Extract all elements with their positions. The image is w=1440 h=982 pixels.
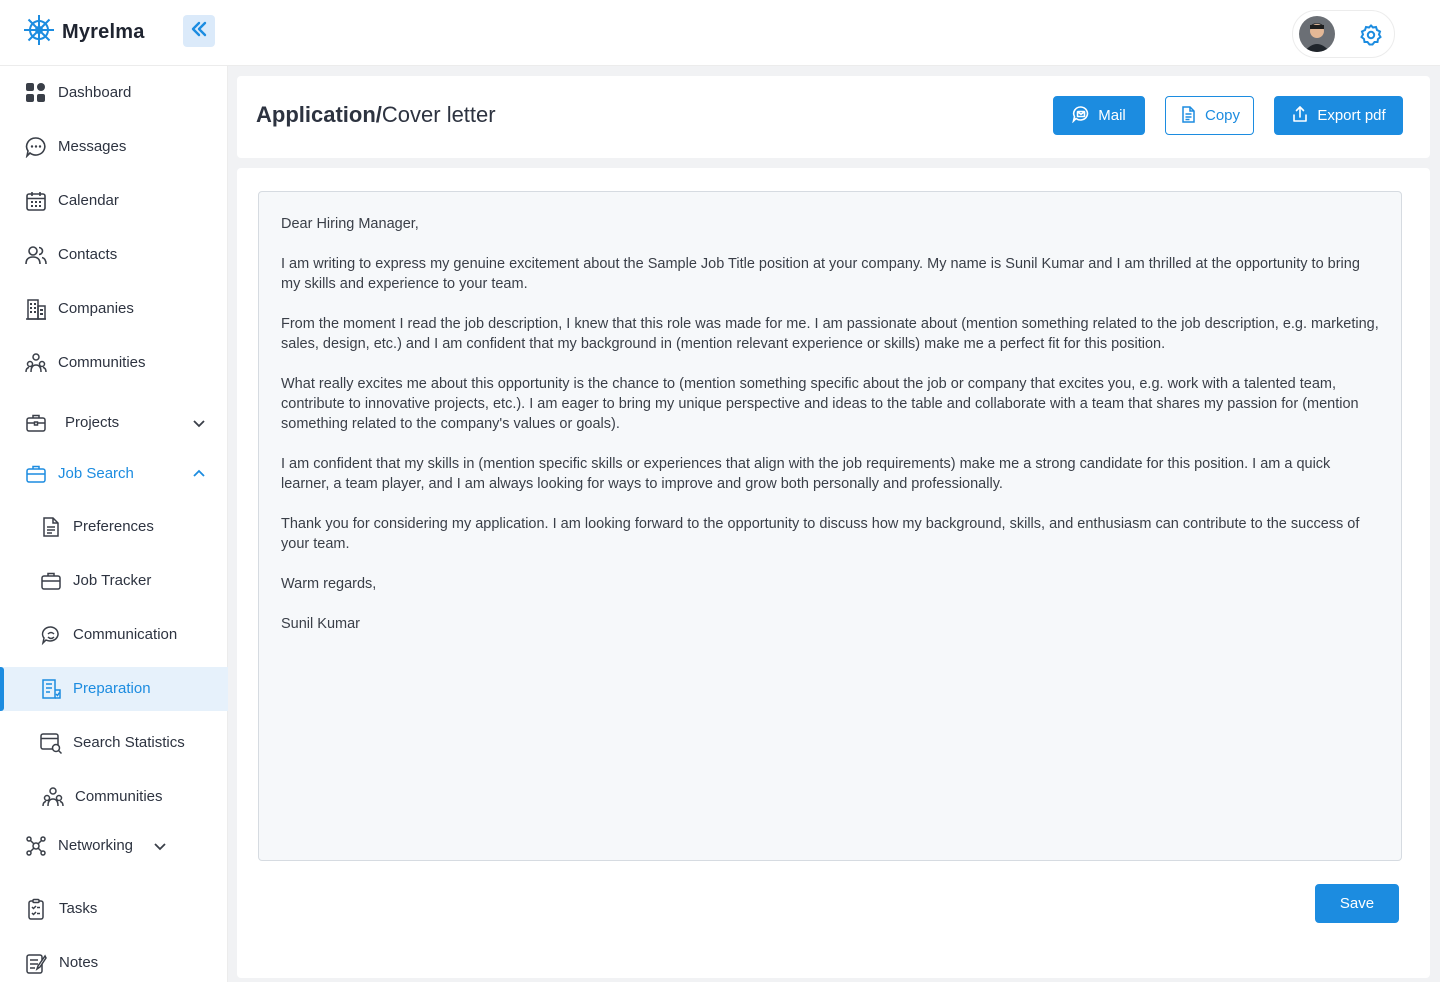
letter-paragraph: I am confident that my skills in (mentio… [281, 456, 1331, 492]
app-name: Myrelma [62, 21, 145, 43]
chat-bubble-icon [24, 135, 48, 159]
sidebar-item-job-tracker[interactable]: Job Tracker [0, 559, 228, 603]
sidebar-item-label: Communities [58, 354, 146, 371]
mail-label: Mail [1098, 107, 1126, 124]
sidebar-item-label: Communities [75, 788, 163, 805]
sidebar-item-tasks[interactable]: Tasks [0, 887, 228, 931]
double-chevron-left-icon [190, 20, 208, 43]
community-icon [41, 785, 65, 809]
mail-icon [1072, 105, 1090, 127]
top-bar: Myrelma [0, 0, 1440, 66]
copy-button[interactable]: Copy [1165, 96, 1254, 135]
save-label: Save [1339, 895, 1375, 912]
sidebar-item-label: Tasks [59, 900, 98, 917]
letter-paragraph: Sunil Kumar [281, 616, 360, 632]
sidebar-item-networking[interactable]: Networking [0, 824, 228, 868]
sidebar-item-label: Communication [73, 626, 178, 643]
chevron-down-icon [191, 415, 207, 435]
sidebar-item-projects[interactable]: Projects [0, 401, 228, 445]
search-statistics-icon [39, 731, 63, 755]
sidebar-item-notes[interactable]: Notes [0, 941, 228, 982]
sidebar-item-job-search[interactable]: Job Search [0, 452, 228, 496]
sidebar-item-label: Companies [58, 300, 134, 317]
briefcase-icon [39, 569, 63, 593]
sidebar-item-communication[interactable]: Communication [0, 613, 228, 657]
letter-paragraph: I am writing to express my genuine excit… [281, 256, 1360, 292]
sidebar-item-messages[interactable]: Messages [0, 125, 228, 169]
sidebar-item-label: Calendar [58, 192, 119, 209]
sidebar-item-label: Projects [65, 414, 120, 431]
sidebar-item-label: Preferences [73, 518, 154, 535]
calendar-icon [24, 189, 48, 213]
sidebar-item-label: Networking [58, 837, 134, 854]
chevron-down-icon [152, 838, 168, 858]
users-icon [24, 243, 48, 267]
export-pdf-label: Export pdf [1317, 107, 1386, 124]
clipboard-check-icon [24, 897, 48, 921]
preparation-icon [39, 677, 63, 701]
page-title: Application/Cover letter [256, 102, 496, 128]
dashboard-icon [24, 81, 48, 105]
community-icon [24, 351, 48, 375]
copy-label: Copy [1204, 107, 1241, 124]
sidebar-item-label: Contacts [58, 246, 118, 263]
sidebar-item-dashboard[interactable]: Dashboard [0, 71, 228, 115]
letter-paragraph: Dear Hiring Manager, [281, 216, 419, 232]
document-icon [39, 515, 63, 539]
helm-logo-icon [22, 13, 56, 52]
sidebar-item-preparation[interactable]: Preparation [0, 667, 228, 711]
user-menu [1292, 10, 1395, 58]
chevron-up-icon [191, 466, 207, 486]
sidebar-item-calendar[interactable]: Calendar [0, 179, 228, 223]
avatar[interactable] [1299, 16, 1335, 52]
letter-paragraph: Warm regards, [281, 576, 377, 592]
save-button[interactable]: Save [1315, 884, 1399, 923]
briefcase-icon [24, 462, 48, 486]
sidebar-item-contacts[interactable]: Contacts [0, 233, 228, 277]
sidebar-item-preferences[interactable]: Preferences [0, 505, 228, 549]
title-main: Application/ [256, 102, 382, 127]
sidebar-item-companies[interactable]: Companies [0, 287, 228, 331]
upload-icon [1291, 105, 1309, 127]
letter-paragraph: What really excites me about this opport… [281, 376, 1359, 432]
sidebar: Dashboard Messages Calendar Contacts Com… [0, 66, 228, 982]
sidebar-item-communities[interactable]: Communities [0, 341, 228, 385]
briefcase-icon [24, 411, 48, 435]
cover-letter-textarea[interactable]: Dear Hiring Manager, I am writing to exp… [258, 191, 1402, 861]
building-icon [24, 297, 48, 321]
editor-card: Dear Hiring Manager, I am writing to exp… [237, 168, 1430, 978]
sidebar-item-label: Preparation [73, 680, 151, 697]
sidebar-item-label: Notes [59, 954, 99, 971]
letter-paragraph: Thank you for considering my application… [281, 516, 1360, 552]
notes-icon [24, 951, 48, 975]
sidebar-item-label: Job Search [58, 465, 134, 482]
sidebar-item-label: Search Statistics [73, 734, 185, 751]
page-header: Application/Cover letter Mail Copy Expor… [237, 76, 1430, 158]
mail-button[interactable]: Mail [1053, 96, 1145, 135]
sidebar-item-search-statistics[interactable]: Search Statistics [0, 721, 228, 765]
brand[interactable]: Myrelma [22, 13, 145, 52]
sidebar-item-communities-sub[interactable]: Communities [0, 775, 228, 819]
collapse-sidebar-button[interactable] [183, 15, 215, 47]
letter-paragraph: From the moment I read the job descripti… [281, 316, 1379, 352]
communication-icon [39, 623, 63, 647]
title-sub: Cover letter [381, 102, 496, 127]
sidebar-item-label: Messages [58, 138, 127, 155]
sidebar-item-label: Job Tracker [73, 572, 152, 589]
sidebar-item-label: Dashboard [58, 84, 132, 101]
gear-icon[interactable] [1359, 23, 1383, 52]
copy-document-icon [1179, 105, 1197, 127]
network-icon [24, 834, 48, 858]
export-pdf-button[interactable]: Export pdf [1274, 96, 1403, 135]
